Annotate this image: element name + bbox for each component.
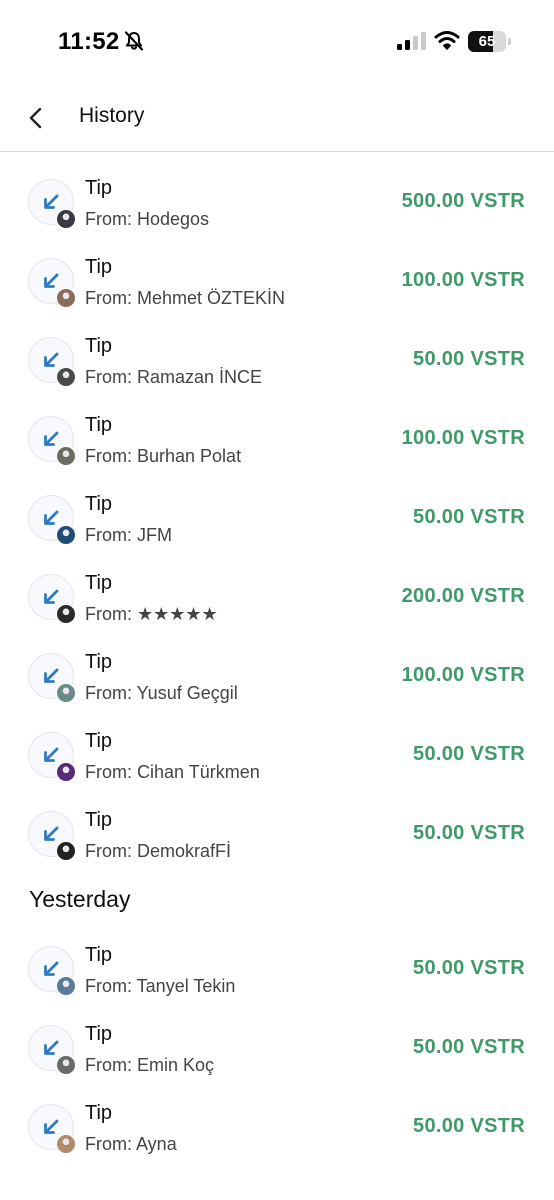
transaction-row[interactable]: Tip From: Ramazan İNCE 50.00 VSTR xyxy=(0,320,554,399)
transaction-icon xyxy=(28,179,76,229)
bell-slash-icon xyxy=(124,31,144,51)
transaction-sender: From: Burhan Polat xyxy=(85,446,242,466)
transaction-icon xyxy=(28,416,76,466)
transaction-row[interactable]: Tip From: Emin Koç 50.00 VSTR xyxy=(0,1008,554,1087)
transaction-row[interactable]: Tip From: DemokrafFİ 50.00 VSTR xyxy=(0,794,554,873)
battery-icon: 65 xyxy=(468,31,512,52)
transaction-type: Tip xyxy=(85,335,113,357)
transaction-sender: From: Emin Koç xyxy=(85,1055,215,1075)
transaction-amount: 100.00 VSTR xyxy=(401,269,525,291)
avatar xyxy=(56,367,76,387)
transaction-amount: 200.00 VSTR xyxy=(401,585,525,607)
avatar xyxy=(56,1055,76,1075)
transaction-type: Tip xyxy=(85,177,113,199)
transaction-sender: From: ★★★★★ xyxy=(85,604,218,624)
avatar xyxy=(56,762,76,782)
avatar xyxy=(56,976,76,996)
transaction-row[interactable]: Tip From: Mehmet ÖZTEKİN 100.00 VSTR xyxy=(0,241,554,320)
transaction-row[interactable]: Tip From: Cihan Türkmen 50.00 VSTR xyxy=(0,715,554,794)
transaction-row[interactable]: Tip From: Ayna 50.00 VSTR xyxy=(0,1087,554,1166)
transaction-type: Tip xyxy=(85,493,113,515)
section-header: Yesterday xyxy=(0,873,554,929)
battery-cap xyxy=(508,38,511,45)
transaction-amount: 50.00 VSTR xyxy=(413,348,525,370)
transaction-icon xyxy=(28,337,76,387)
battery-body: 65 xyxy=(468,31,506,52)
signal-icon xyxy=(397,32,426,50)
transaction-type: Tip xyxy=(85,944,113,966)
transaction-amount: 50.00 VSTR xyxy=(413,957,525,979)
battery-percentage: 65 xyxy=(478,33,496,50)
transaction-sender: From: Ayna xyxy=(85,1134,177,1154)
transaction-type: Tip xyxy=(85,1023,113,1045)
transaction-sender: From: Hodegos xyxy=(85,209,210,229)
section-label: Yesterday xyxy=(29,886,131,912)
avatar xyxy=(56,1134,76,1154)
transaction-icon xyxy=(28,946,76,996)
transaction-amount: 500.00 VSTR xyxy=(401,190,525,212)
transaction-row[interactable]: Tip From: Tanyel Tekin 50.00 VSTR xyxy=(0,929,554,1008)
transaction-amount: 50.00 VSTR xyxy=(413,822,525,844)
transaction-type: Tip xyxy=(85,256,113,278)
transaction-sender: From: Tanyel Tekin xyxy=(85,976,236,996)
transaction-type: Tip xyxy=(85,1102,113,1124)
status-time: 11:52 xyxy=(58,28,120,55)
transaction-sender: From: Mehmet ÖZTEKİN xyxy=(85,288,286,308)
transaction-type: Tip xyxy=(85,651,113,673)
transaction-amount: 100.00 VSTR xyxy=(401,427,525,449)
status-bar: 11:52 65 xyxy=(0,0,554,80)
nav-header: History xyxy=(0,82,554,152)
transaction-sender: From: Yusuf Geçgil xyxy=(85,683,238,703)
transaction-icon xyxy=(28,258,76,308)
transaction-icon xyxy=(28,1025,76,1075)
transaction-amount: 100.00 VSTR xyxy=(401,664,525,686)
avatar xyxy=(56,525,76,545)
avatar xyxy=(56,841,76,861)
transaction-type: Tip xyxy=(85,730,113,752)
page-title: History xyxy=(79,104,145,127)
avatar xyxy=(56,446,76,466)
transaction-row[interactable]: Tip From: Yusuf Geçgil 100.00 VSTR xyxy=(0,636,554,715)
back-button[interactable] xyxy=(18,100,54,136)
transaction-amount: 50.00 VSTR xyxy=(413,506,525,528)
transaction-icon xyxy=(28,574,76,624)
transaction-sender: From: DemokrafFİ xyxy=(85,841,232,861)
transaction-icon xyxy=(28,653,76,703)
transaction-list: Tip From: Hodegos 500.00 VSTR Tip From: Mehm… xyxy=(0,162,554,1166)
transaction-row[interactable]: Tip From: Hodegos 500.00 VSTR xyxy=(0,162,554,241)
transaction-icon xyxy=(28,1104,76,1154)
transaction-row[interactable]: Tip From: Burhan Polat 100.00 VSTR xyxy=(0,399,554,478)
chevron-left-icon xyxy=(29,107,42,129)
transaction-icon xyxy=(28,732,76,782)
avatar xyxy=(56,288,76,308)
transaction-icon xyxy=(28,495,76,545)
wifi-icon xyxy=(434,31,460,50)
avatar xyxy=(56,604,76,624)
transaction-type: Tip xyxy=(85,809,113,831)
transaction-sender: From: Cihan Türkmen xyxy=(85,762,260,782)
transaction-type: Tip xyxy=(85,572,113,594)
transaction-amount: 50.00 VSTR xyxy=(413,1115,525,1137)
transaction-amount: 50.00 VSTR xyxy=(413,1036,525,1058)
transaction-type: Tip xyxy=(85,414,113,436)
transaction-sender: From: JFM xyxy=(85,525,172,545)
transaction-row[interactable]: Tip From: ★★★★★ 200.00 VSTR xyxy=(0,557,554,636)
transaction-amount: 50.00 VSTR xyxy=(413,743,525,765)
transaction-sender: From: Ramazan İNCE xyxy=(85,367,263,387)
avatar xyxy=(56,683,76,703)
avatar xyxy=(56,209,76,229)
transaction-icon xyxy=(28,811,76,861)
transaction-row[interactable]: Tip From: JFM 50.00 VSTR xyxy=(0,478,554,557)
